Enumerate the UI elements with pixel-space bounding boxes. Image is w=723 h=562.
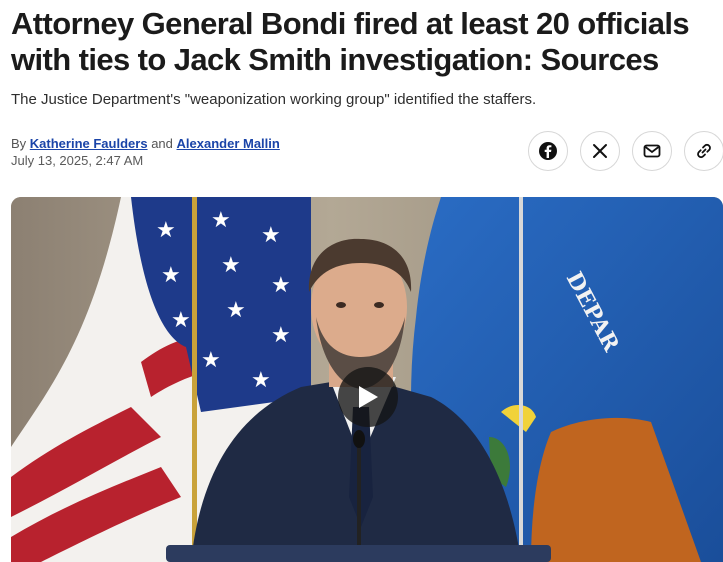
share-facebook-button[interactable] [528, 131, 568, 171]
svg-text:★: ★ [211, 208, 231, 233]
podium [166, 545, 551, 562]
share-x-button[interactable] [580, 131, 620, 171]
share-email-button[interactable] [632, 131, 672, 171]
svg-text:★: ★ [271, 323, 291, 348]
mail-icon [643, 144, 661, 158]
author-link-katherine-faulders[interactable]: Katherine Faulders [30, 136, 148, 151]
svg-text:★: ★ [261, 223, 281, 248]
svg-text:★: ★ [161, 263, 181, 288]
play-icon [359, 386, 378, 408]
byline-prefix: By [11, 136, 27, 151]
copy-link-button[interactable] [684, 131, 723, 171]
svg-text:★: ★ [226, 298, 246, 323]
svg-text:★: ★ [201, 348, 221, 373]
facebook-icon [539, 142, 557, 160]
svg-text:★: ★ [251, 368, 271, 393]
svg-text:★: ★ [221, 253, 241, 278]
author-link-alexander-mallin[interactable]: Alexander Mallin [177, 136, 280, 151]
play-button[interactable] [338, 367, 398, 427]
x-icon [593, 144, 607, 158]
article-subhead: The Justice Department's "weaponization … [11, 91, 537, 108]
svg-text:★: ★ [271, 273, 291, 298]
publish-date: July 13, 2025, 2:47 AM [11, 153, 144, 168]
link-icon [697, 143, 711, 159]
byline: By Katherine Faulders and Alexander Mall… [11, 135, 280, 152]
svg-text:★: ★ [156, 218, 176, 243]
video-thumbnail[interactable]: ★ ★ ★ ★ ★ ★ ★ ★ ★ ★ ★ DEPAR [11, 197, 723, 562]
article-headline: Attorney General Bondi fired at least 20… [11, 6, 690, 77]
byline-conjunction: and [151, 136, 173, 151]
svg-text:★: ★ [171, 308, 191, 333]
